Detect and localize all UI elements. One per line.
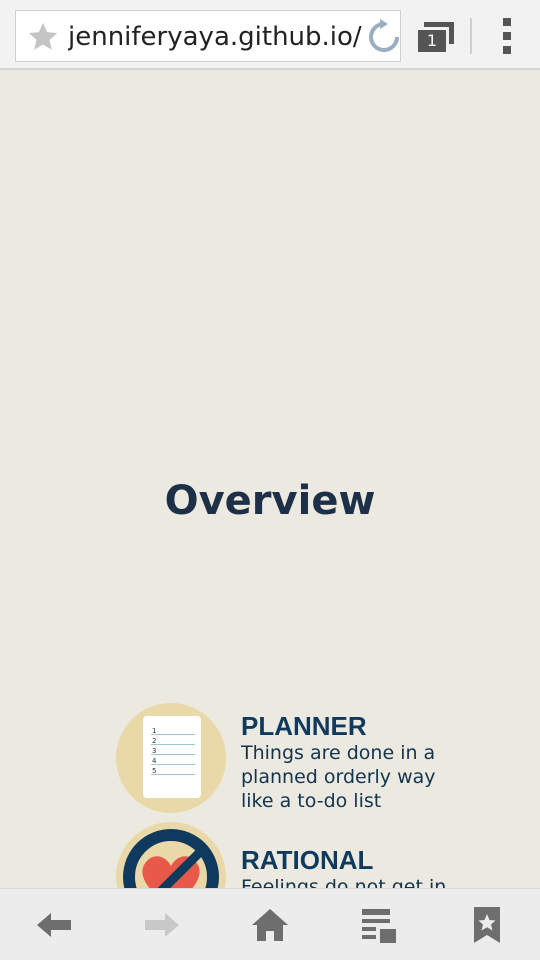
page-content[interactable]: Overview 1 2 3 4 5 PLANNER Things are do… <box>0 70 540 888</box>
trait-title-planner: PLANNER <box>241 711 367 741</box>
bottom-navigation <box>0 888 540 960</box>
trait-title-rational: RATIONAL <box>241 845 374 875</box>
toolbar-divider <box>470 18 472 54</box>
reload-icon[interactable] <box>366 18 401 56</box>
trait-description-rational: Feelings do not get in <box>241 875 461 888</box>
planner-illustration: 1 2 3 4 5 <box>116 703 226 813</box>
home-icon[interactable] <box>248 903 292 947</box>
list-number: 2 <box>152 737 157 745</box>
url-text[interactable]: jenniferyaya.github.io/ <box>68 20 366 54</box>
rational-illustration <box>116 822 226 888</box>
tabs-button[interactable]: 1 <box>416 20 456 54</box>
bookmarks-icon[interactable] <box>465 903 509 947</box>
overflow-menu-icon[interactable] <box>500 18 514 56</box>
browser-toolbar: jenniferyaya.github.io/ 1 <box>0 0 540 70</box>
reading-list-icon[interactable] <box>356 903 400 947</box>
list-number: 5 <box>152 767 157 775</box>
description-line: Feelings do not get in <box>241 876 447 888</box>
back-icon[interactable] <box>33 903 77 947</box>
description-line: planned orderly way <box>241 766 436 788</box>
list-number: 3 <box>152 747 157 755</box>
trait-description-planner: Things are done in a planned orderly way… <box>241 741 461 813</box>
todo-list-icon: 1 2 3 4 5 <box>143 716 201 798</box>
forward-icon[interactable] <box>139 903 183 947</box>
list-number: 4 <box>152 757 157 765</box>
list-number: 1 <box>152 727 157 735</box>
no-heart-icon <box>123 829 219 888</box>
url-bar[interactable]: jenniferyaya.github.io/ <box>15 10 401 62</box>
tab-count: 1 <box>418 30 446 52</box>
page-title: Overview <box>164 478 376 524</box>
description-line: Things are done in a <box>241 742 436 764</box>
description-line: like a to-do list <box>241 790 382 812</box>
star-icon[interactable] <box>26 20 60 54</box>
